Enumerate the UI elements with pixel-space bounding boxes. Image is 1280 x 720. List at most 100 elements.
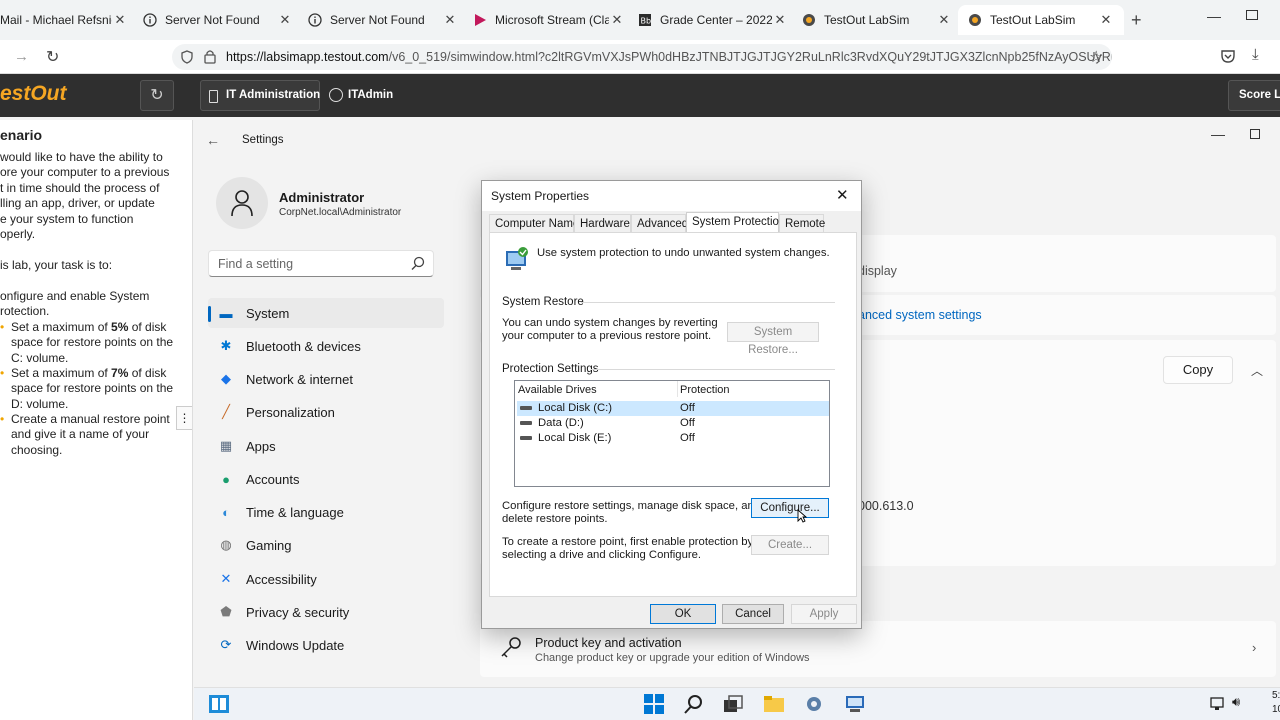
sidebar-item-bluetooth-devices[interactable]: ✱ Bluetooth & devices <box>208 331 444 361</box>
minimize-icon[interactable]: — <box>1207 8 1221 24</box>
sidebar-item-label: System <box>246 305 290 321</box>
close-tab-icon[interactable]: ✕ <box>112 12 128 28</box>
downloads-icon[interactable]: ⤓ <box>1252 46 1259 63</box>
sidebar-item-apps[interactable]: ▦ Apps <box>208 431 444 461</box>
tab-system-protection[interactable]: System Protection <box>686 212 785 233</box>
tab-remote[interactable]: Remote <box>779 214 825 233</box>
drive-row[interactable]: Local Disk (E:) Off <box>517 431 829 446</box>
sidebar-item-label: Apps <box>246 438 276 454</box>
avatar[interactable] <box>216 177 268 229</box>
file-explorer-icon[interactable] <box>763 693 785 715</box>
close-tab-icon[interactable]: ✕ <box>277 12 293 28</box>
system-properties-icon[interactable] <box>844 693 866 715</box>
network-icon[interactable] <box>1210 695 1226 714</box>
tab-hardware[interactable]: Hardware <box>574 214 631 233</box>
minimize-icon[interactable]: — <box>1211 126 1225 142</box>
close-tab-icon[interactable]: ✕ <box>936 12 952 28</box>
scenario-line: is lab, your task is to: <box>0 258 113 272</box>
new-tab-icon[interactable]: + <box>1131 10 1142 31</box>
settings-gear-icon[interactable] <box>803 693 825 715</box>
chevron-right-icon: › <box>1252 640 1257 655</box>
lock-icon[interactable] <box>204 49 216 67</box>
mouse-cursor-icon <box>797 509 808 526</box>
browser-tab[interactable]: Server Not Found ✕ <box>143 5 293 35</box>
configure-text: Configure restore settings, manage disk … <box>502 500 761 512</box>
sidebar-item-time-language[interactable]: ◐ Time & language <box>208 497 444 527</box>
copy-button[interactable]: Copy <box>1163 356 1233 384</box>
sidebar-item-system[interactable]: ▬ System <box>208 298 444 328</box>
close-tab-icon[interactable]: ✕ <box>1098 12 1114 28</box>
tab-advanced[interactable]: Advanced <box>631 214 688 233</box>
system-properties-dialog: System Properties ✕ Computer Name Hardwar… <box>481 180 862 629</box>
it-administration-button[interactable]: IT Administration <box>200 80 320 111</box>
sidebar-item-accessibility[interactable]: ✕ Accessibility <box>208 564 444 594</box>
scenario-heading: enario <box>0 127 43 143</box>
url-field[interactable]: https://labsimapp.testout.com/v6_0_519/s… <box>172 44 1112 70</box>
task-view-icon[interactable] <box>722 693 744 715</box>
maximize-icon[interactable] <box>1250 129 1260 139</box>
apps-icon: ▦ <box>219 438 233 453</box>
task-line: Set a maximum of 5% of disk <box>11 320 166 335</box>
reload-icon[interactable]: ↻ <box>46 47 59 67</box>
tab-computer-name[interactable]: Computer Name <box>489 214 579 233</box>
clock[interactable]: 5: 10/25 <box>1272 689 1280 717</box>
close-icon[interactable]: ✕ <box>836 186 849 204</box>
browser-tab-active[interactable]: TestOut LabSim ✕ <box>958 5 1124 35</box>
bookmark-star-icon[interactable]: ☆ <box>1089 47 1103 67</box>
search-icon[interactable] <box>683 693 705 715</box>
score-lab-button[interactable]: Score La <box>1228 80 1280 111</box>
key-icon <box>500 636 522 661</box>
settings-search-input[interactable]: Find a setting <box>208 250 434 277</box>
browser-tab[interactable]: Mail - Michael Refsnider ✕ <box>0 5 128 35</box>
sidebar-item-accounts[interactable]: ● Accounts <box>208 464 444 494</box>
refresh-lab-button[interactable]: ↻ <box>140 80 174 111</box>
browser-tab[interactable]: Bb Grade Center – 2022FA_C ✕ <box>638 5 788 35</box>
forward-icon[interactable]: → <box>14 48 29 65</box>
apply-button[interactable]: Apply <box>791 604 857 624</box>
volume-icon[interactable]: 🔊︎ <box>1232 694 1240 710</box>
sidebar-item-network-internet[interactable]: ◆ Network & internet <box>208 364 444 394</box>
close-tab-icon[interactable]: ✕ <box>609 12 625 28</box>
ok-button[interactable]: OK <box>650 604 716 624</box>
person-icon: ● <box>222 471 230 487</box>
pocket-icon[interactable] <box>1220 48 1236 67</box>
sidebar-item-label: Gaming <box>246 537 292 553</box>
advanced-system-settings-link[interactable]: anced system settings <box>858 308 982 322</box>
widgets-icon[interactable] <box>208 693 230 715</box>
search-icon[interactable] <box>411 256 425 273</box>
browser-tab-bar: Mail - Michael Refsnider ✕ Server Not Fo… <box>0 0 1280 40</box>
system-restore-button[interactable]: System Restore... <box>727 322 819 356</box>
column-header-drives[interactable]: Available Drives <box>518 382 597 398</box>
start-icon[interactable] <box>643 693 665 715</box>
chevron-up-icon[interactable]: ︿ <box>1251 362 1263 379</box>
brush-icon: ╱ <box>222 404 230 419</box>
sidebar-item-windows-update[interactable]: ⟳ Windows Update <box>208 630 444 660</box>
drive-row[interactable]: Data (D:) Off <box>517 416 829 431</box>
sidebar-item-privacy-security[interactable]: ⬟ Privacy & security <box>208 597 444 627</box>
system-restore-text: You can undo system changes by reverting <box>502 317 718 329</box>
group-divider <box>581 302 835 303</box>
browser-tab[interactable]: Microsoft Stream (Classic ✕ <box>473 5 625 35</box>
cancel-button[interactable]: Cancel <box>722 604 784 624</box>
column-header-protection[interactable]: Protection <box>680 382 730 398</box>
close-tab-icon[interactable]: ✕ <box>442 12 458 28</box>
restore-icon[interactable] <box>1246 10 1258 20</box>
browser-tab[interactable]: Server Not Found ✕ <box>308 5 458 35</box>
itadmin-user-label[interactable]: ITAdmin <box>348 89 393 101</box>
tab-title: TestOut LabSim <box>824 13 910 27</box>
sidebar-item-label: Bluetooth & devices <box>246 338 361 354</box>
configure-button[interactable]: Configure... <box>751 498 829 518</box>
create-button[interactable]: Create... <box>751 535 829 555</box>
drive-row[interactable]: Local Disk (C:) Off <box>517 401 829 416</box>
browser-tab[interactable]: TestOut LabSim ✕ <box>802 5 952 35</box>
task-text: of disk <box>128 320 167 334</box>
back-arrow-icon[interactable]: ← <box>206 132 220 148</box>
clock-date: 10/25 <box>1272 704 1280 715</box>
sidebar-item-personalization[interactable]: ╱ Personalization <box>208 397 444 427</box>
sidebar-item-gaming[interactable]: ◍ Gaming <box>208 530 444 560</box>
close-tab-icon[interactable]: ✕ <box>772 12 788 28</box>
tracking-shield-icon[interactable] <box>180 50 194 67</box>
drives-list[interactable]: Available Drives Protection Local Disk (… <box>514 380 830 487</box>
panel-resize-handle[interactable]: ⋮ <box>176 406 192 430</box>
info-icon <box>308 13 322 27</box>
